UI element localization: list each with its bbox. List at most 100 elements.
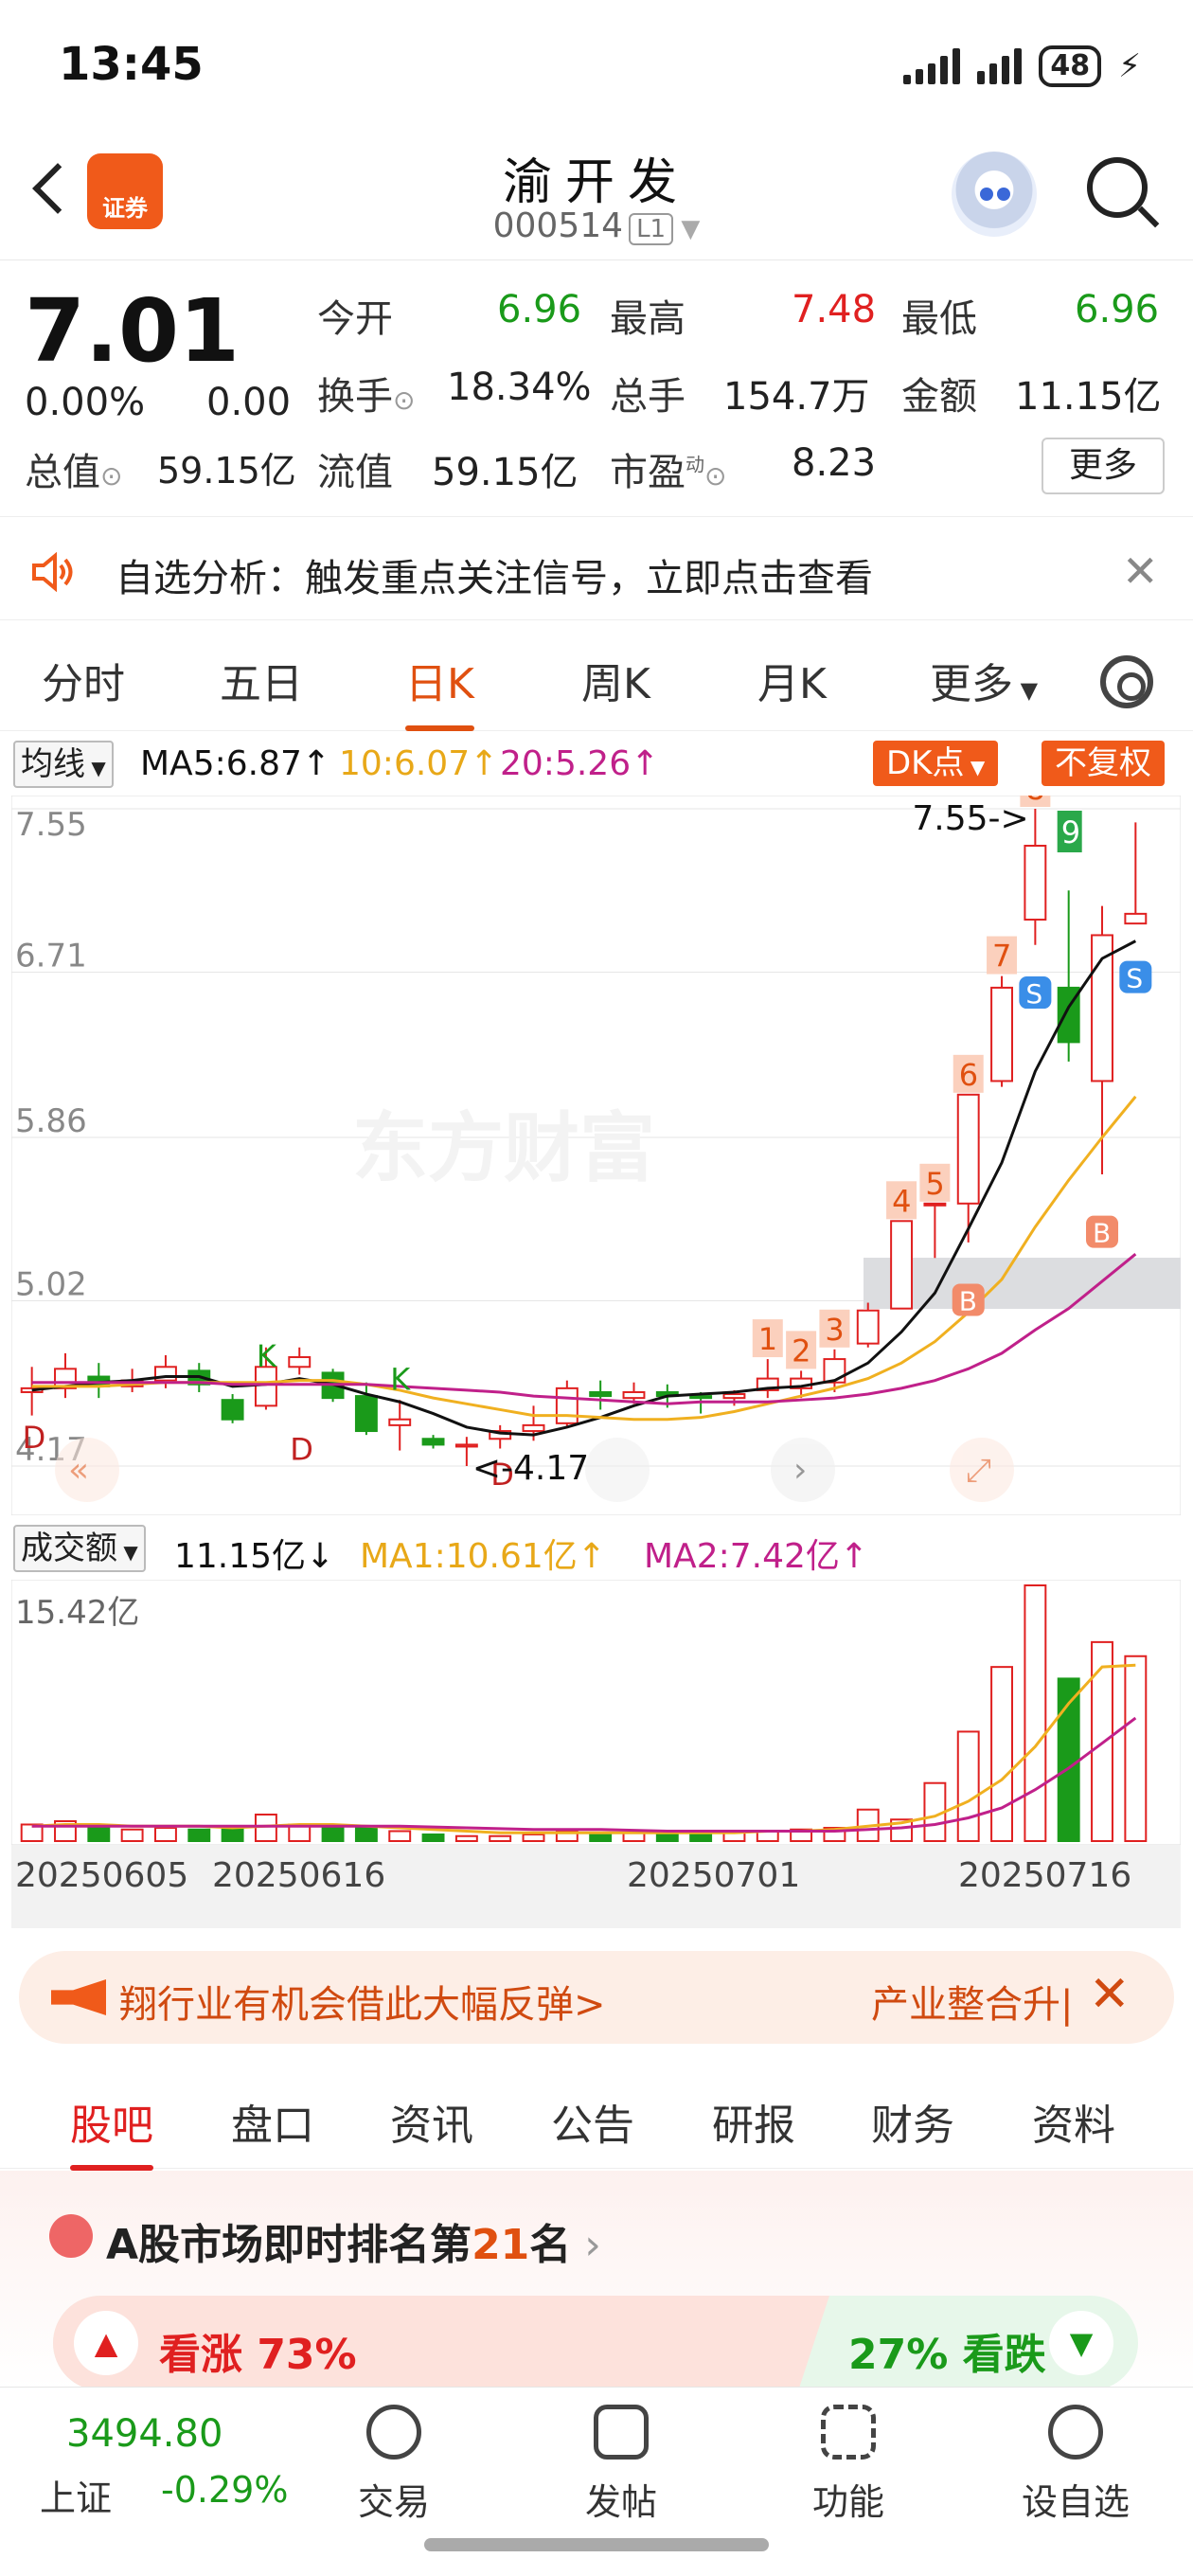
- candlestick-chart[interactable]: 东方财富 7.556.715.865.024.17 123456789SSBBK…: [11, 796, 1181, 1515]
- date-axis: 20250605 20250616 20250701 20250716: [11, 1845, 1181, 1928]
- caret-down-icon: ▼: [964, 756, 986, 778]
- volume-legend-row: 成交额 ▼ 11.15亿↓ MA1:10.61亿↑ MA2:7.42亿↑: [0, 1521, 1193, 1578]
- chart-period-tabs: 分时 五日 日K 周K 月K 更多 ▼: [0, 625, 1193, 731]
- close-icon[interactable]: ✕: [1089, 1966, 1131, 2023]
- date-label: 20250616: [212, 1856, 386, 1895]
- turnover-label[interactable]: 换手⊙: [317, 366, 415, 420]
- candle-body: [454, 1443, 478, 1448]
- candle-body: [890, 1220, 914, 1310]
- pe-value: 8.23: [792, 441, 877, 485]
- tab-news[interactable]: 资讯: [390, 2091, 473, 2152]
- amount-label: 金额: [901, 375, 977, 419]
- kd-signal: K: [257, 1338, 277, 1374]
- signal-icon-2: [977, 48, 1023, 84]
- tab-intraday[interactable]: 分时: [42, 650, 125, 710]
- signal-number: 5: [925, 1166, 944, 1202]
- volume-value: 154.7万: [723, 375, 870, 419]
- megaphone-icon: [51, 1979, 106, 2015]
- vote-up-button[interactable]: ▲: [74, 2311, 138, 2375]
- nav-trade[interactable]: 交易: [328, 2405, 460, 2525]
- close-icon[interactable]: ✕: [1122, 546, 1159, 597]
- price-tick-label: 7.55: [15, 806, 87, 844]
- mktcap-label[interactable]: 总值⊙: [25, 441, 122, 496]
- tab-daily-k[interactable]: 日K: [405, 650, 474, 731]
- news-ticker-banner[interactable]: 翔行业有机会借此大幅反弹> 产业整合升| ✕: [19, 1951, 1174, 2044]
- high-label: 最高: [610, 297, 686, 341]
- volume-bar: [187, 1828, 211, 1843]
- tab-profile[interactable]: 资料: [1032, 2091, 1115, 2152]
- tab-finance[interactable]: 财务: [871, 2091, 954, 2152]
- trade-icon: [366, 2405, 421, 2460]
- candle-body: [923, 1202, 947, 1207]
- tab-pankou[interactable]: 盘口: [231, 2091, 314, 2152]
- high-marker: 7.55->: [912, 799, 1028, 838]
- pe-label[interactable]: 市盈动⊙: [610, 441, 726, 496]
- stock-code: 000514: [492, 206, 624, 245]
- tab-monthly-k[interactable]: 月K: [757, 650, 827, 710]
- status-time: 13:45: [59, 38, 204, 91]
- tab-weekly-k[interactable]: 周K: [581, 650, 650, 710]
- nav-functions[interactable]: 功能: [782, 2405, 915, 2525]
- buy-signal: B: [1093, 1218, 1111, 1249]
- volume-bar: [388, 1830, 412, 1843]
- float-label: 流值: [317, 451, 393, 494]
- sell-signal: S: [1126, 963, 1143, 994]
- low-value: 6.96: [1075, 288, 1160, 331]
- tab-announcements[interactable]: 公告: [551, 2091, 634, 2152]
- ma-legend-row: 均线 ▼ MA5:6.87↑ 10:6.07↑ 20:5.26↑ DK点 ▼ 不…: [0, 737, 1193, 794]
- dk-point-button[interactable]: DK点 ▼: [873, 741, 999, 786]
- float-value: 59.15亿: [432, 451, 579, 494]
- date-label: 20250716: [958, 1856, 1132, 1895]
- info-icon: ⊙: [704, 460, 727, 492]
- status-bar: 13:45 48 ⚡: [0, 0, 1193, 133]
- volume-amount: 11.15亿↓: [174, 1537, 335, 1576]
- nav-post[interactable]: 发帖: [555, 2405, 687, 2525]
- info-icon: ⊙: [100, 460, 123, 492]
- mktcap-label-text: 总值: [25, 451, 100, 494]
- signal-number: 6: [959, 1057, 978, 1093]
- nav-add-watchlist-label: 设自选: [1021, 2481, 1130, 2523]
- turnover-value: 18.34%: [447, 366, 592, 409]
- chevron-right-icon: ›: [571, 2221, 601, 2269]
- candle-body: [589, 1390, 613, 1398]
- index-value[interactable]: 3494.80: [66, 2412, 223, 2456]
- volume-indicator-label: 成交额: [21, 1530, 117, 1567]
- volume-bar: [421, 1833, 445, 1842]
- volume-bar: [1024, 1584, 1047, 1842]
- low-marker: <-4.17: [472, 1449, 589, 1488]
- candle-body: [1024, 845, 1047, 921]
- adjust-button[interactable]: 不复权: [1042, 741, 1165, 786]
- dropdown-icon: ▼: [673, 215, 701, 243]
- gear-icon[interactable]: [1100, 655, 1153, 708]
- volume-bar: [990, 1666, 1013, 1842]
- volume-bar: [321, 1825, 345, 1842]
- volume-max-label: 15.42亿: [15, 1594, 139, 1632]
- ranking-title[interactable]: A股市场即时排名第21名 ›: [106, 2210, 601, 2271]
- edit-icon: [594, 2405, 649, 2460]
- scroll-right-glyph: ›: [793, 1451, 807, 1490]
- analysis-notice[interactable]: 自选分析：触发重点关注信号，立即点击查看 ✕: [0, 521, 1193, 620]
- tab-research[interactable]: 研报: [712, 2091, 795, 2152]
- candle-body: [421, 1438, 445, 1446]
- signal-number: 1: [758, 1321, 777, 1357]
- search-icon[interactable]: [1087, 157, 1148, 218]
- speaker-icon: [32, 552, 73, 592]
- more-quote-button[interactable]: 更多: [1042, 438, 1165, 494]
- volume-indicator-selector[interactable]: 成交额 ▼: [13, 1525, 146, 1572]
- kd-signal: D: [290, 1431, 313, 1467]
- volume-bar: [489, 1834, 512, 1842]
- volume-chart[interactable]: 15.42亿: [11, 1580, 1181, 1845]
- current-price: 7.01: [25, 280, 240, 382]
- assistant-robot-icon[interactable]: [952, 152, 1037, 237]
- tab-more[interactable]: 更多 ▼: [930, 650, 1038, 710]
- price-tick-label: 5.02: [15, 1265, 87, 1303]
- volume-bar: [120, 1828, 144, 1843]
- vote-down-button[interactable]: ▼: [1049, 2311, 1113, 2375]
- scroll-left-icon[interactable]: [585, 1438, 650, 1502]
- nav-add-watchlist[interactable]: 设自选: [1009, 2405, 1142, 2525]
- tab-five-day[interactable]: 五日: [220, 650, 303, 710]
- charging-icon: ⚡: [1118, 47, 1141, 85]
- indicator-selector[interactable]: 均线 ▼: [13, 741, 114, 788]
- expand-glyph: ⤢: [966, 1452, 991, 1490]
- tab-guba[interactable]: 股吧: [70, 2091, 153, 2171]
